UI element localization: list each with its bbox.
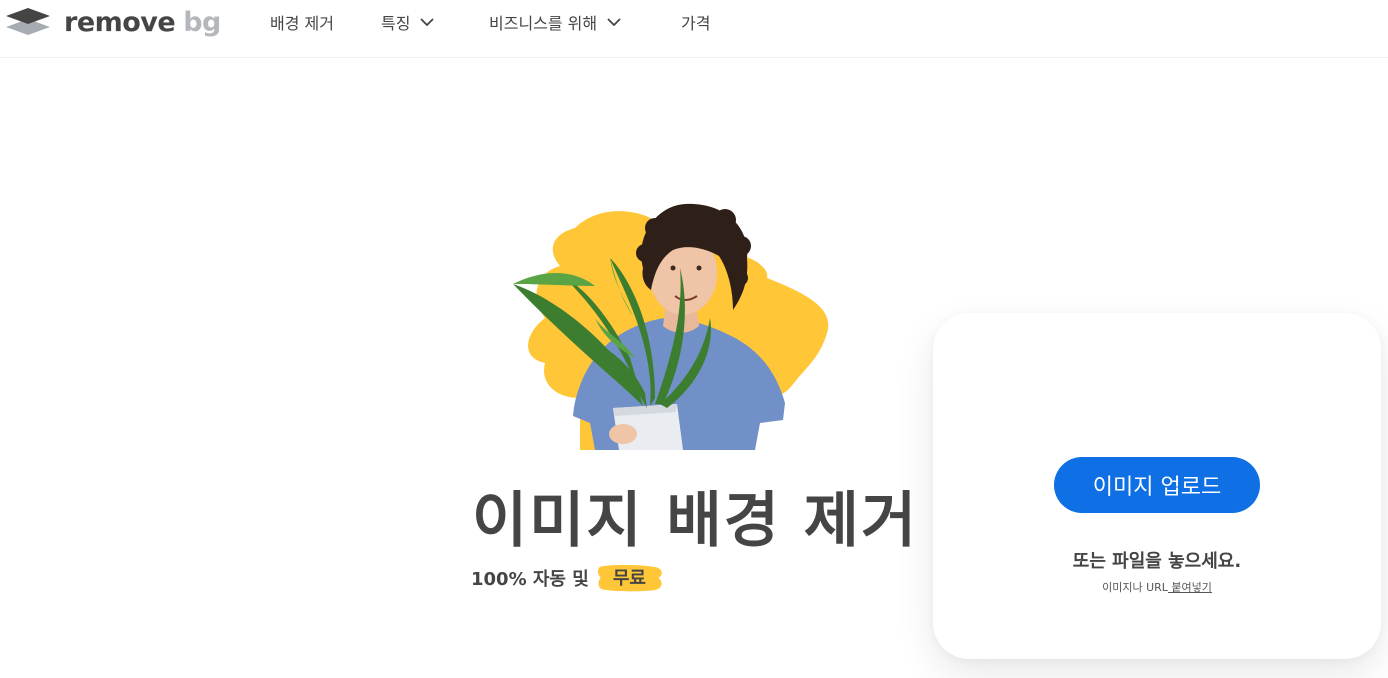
- hero-illustration: [513, 203, 829, 450]
- nav-item-label: 비즈니스를 위해: [489, 14, 598, 33]
- nav-item-label: 가격: [681, 14, 711, 33]
- nav-item-remove-background[interactable]: 배경 제거: [270, 10, 334, 34]
- nav-item-label: 특징: [381, 14, 411, 33]
- paste-url-link[interactable]: 붙여넣기: [1168, 581, 1212, 594]
- page-title: 이미지 배경 제거: [472, 486, 919, 556]
- logo-wordmark: remove bg: [64, 7, 221, 38]
- upload-card[interactable]: 이미지 업로드 또는 파일을 놓으세요. 이미지나 URL 붙여넣기: [933, 313, 1381, 659]
- upload-image-button[interactable]: 이미지 업로드: [1054, 457, 1260, 513]
- hero-subtitle: 100% 자동 및 무료: [471, 563, 664, 593]
- logo[interactable]: remove bg: [6, 4, 221, 40]
- logo-layers-icon: [6, 8, 50, 35]
- site-header: remove bg 배경 제거 특징 비즈니스를 위해 가격: [0, 0, 1388, 58]
- logo-text-remove: remove: [64, 6, 176, 38]
- nav-item-pricing[interactable]: 가격: [681, 10, 710, 34]
- chevron-down-icon: [420, 18, 435, 26]
- nav-item-features[interactable]: 특징: [381, 10, 435, 34]
- nav-item-business[interactable]: 비즈니스를 위해: [489, 10, 621, 34]
- paste-url-line: 이미지나 URL 붙여넣기: [933, 579, 1381, 595]
- logo-text-bg: bg: [183, 6, 221, 38]
- drop-file-text: 또는 파일을 놓으세요.: [1072, 551, 1242, 572]
- subtitle-text: 100% 자동 및: [471, 569, 589, 590]
- chevron-down-icon: [607, 18, 621, 26]
- free-highlight-badge: 무료: [597, 563, 664, 593]
- paste-url-prefix: 이미지나 URL: [1102, 581, 1168, 594]
- nav-item-label: 배경 제거: [270, 14, 334, 33]
- free-label: 무료: [612, 568, 646, 589]
